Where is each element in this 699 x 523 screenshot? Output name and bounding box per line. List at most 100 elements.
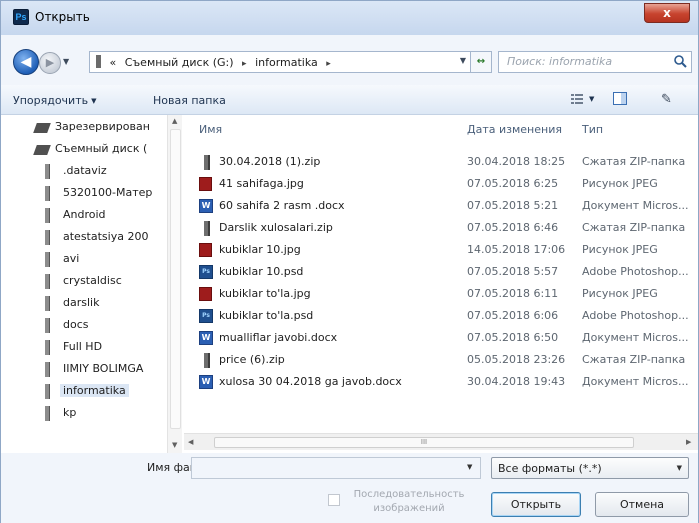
open-button[interactable]: Открыть xyxy=(491,492,581,517)
recent-locations-dropdown[interactable]: ▼ xyxy=(63,57,69,66)
file-type: Документ Micros... xyxy=(582,199,689,212)
nav-item-label: informatika xyxy=(60,384,129,397)
file-type: Документ Micros... xyxy=(582,375,689,388)
organize-arrow-icon: ▼ xyxy=(91,97,97,105)
file-type: Сжатая ZIP-папка xyxy=(582,155,686,168)
folder-icon xyxy=(45,384,50,399)
folder-icon xyxy=(45,208,50,223)
file-date: 30.04.2018 18:25 xyxy=(467,155,566,168)
nav-item-label: .dataviz xyxy=(63,164,107,177)
breadcrumb-separator-icon[interactable]: ▸ xyxy=(326,59,331,69)
drive-icon xyxy=(33,123,51,133)
file-type-value: Все форматы (*.*) xyxy=(498,462,602,475)
file-row[interactable]: 41 sahifaga.jpg 07.05.2018 6:25 Рисунок … xyxy=(184,173,698,195)
preview-pane-icon[interactable] xyxy=(613,92,627,105)
address-row: ◀ ▶ ▼ « Съемный диск (G:) ▸ informatika … xyxy=(1,35,698,85)
file-type: Сжатая ZIP-папка xyxy=(582,221,686,234)
folder-icon xyxy=(45,296,50,311)
file-type: Рисунок JPEG xyxy=(582,177,658,190)
file-date: 30.04.2018 19:43 xyxy=(467,375,566,388)
new-folder-button[interactable]: Новая папка xyxy=(153,94,226,107)
nav-item-label: Съемный диск ( xyxy=(55,142,148,155)
file-name: xulosa 30 04.2018 ga javob.docx xyxy=(219,375,402,388)
nav-item-label: IIMIY BOLIMGA xyxy=(63,362,144,375)
nav-item-label: docs xyxy=(63,318,89,331)
file-row[interactable]: 30.04.2018 (1).zip 30.04.2018 18:25 Сжат… xyxy=(184,151,698,173)
scroll-down-icon[interactable]: ▼ xyxy=(172,441,177,449)
forward-button[interactable]: ▶ xyxy=(39,52,61,74)
command-bar: Упорядочить ▼ Новая папка ▼ ✎ xyxy=(1,85,698,115)
nav-item-label: avi xyxy=(63,252,80,265)
scroll-right-icon[interactable]: ▶ xyxy=(686,438,691,446)
scroll-left-icon[interactable]: ◀ xyxy=(188,438,193,446)
file-row[interactable]: W 60 sahifa 2 rasm .docx 07.05.2018 5:21… xyxy=(184,195,698,217)
folder-icon xyxy=(45,230,50,245)
file-row[interactable]: W mualliflar javobi.docx 07.05.2018 6:50… xyxy=(184,327,698,349)
search-icon[interactable] xyxy=(673,54,687,68)
file-date: 07.05.2018 5:21 xyxy=(467,199,559,212)
breadcrumb-overflow[interactable]: « xyxy=(110,56,117,69)
back-button[interactable]: ◀ xyxy=(13,49,39,75)
file-type: Документ Micros... xyxy=(582,331,689,344)
image-sequence-checkbox[interactable] xyxy=(328,494,340,506)
file-date: 14.05.2018 17:06 xyxy=(467,243,566,256)
file-row[interactable]: price (6).zip 05.05.2018 23:26 Сжатая ZI… xyxy=(184,349,698,371)
nav-scrollbar-thumb[interactable] xyxy=(170,129,181,429)
jpg-icon xyxy=(199,243,212,257)
file-row[interactable]: kubiklar 10.jpg 14.05.2018 17:06 Рисунок… xyxy=(184,239,698,261)
chevron-down-icon: ▼ xyxy=(676,464,682,472)
views-icon[interactable] xyxy=(571,93,583,105)
file-name: price (6).zip xyxy=(219,353,285,366)
nav-scrollbar[interactable]: ▲ ▼ xyxy=(167,115,182,453)
nav-item-label: 5320100-Матер xyxy=(63,186,153,199)
file-type-select[interactable]: Все форматы (*.*) ▼ xyxy=(491,457,689,479)
address-bar[interactable]: « Съемный диск (G:) ▸ informatika ▸ ▼ xyxy=(89,51,471,73)
breadcrumb-separator-icon[interactable]: ▸ xyxy=(242,59,247,69)
organize-menu[interactable]: Упорядочить ▼ xyxy=(13,94,97,107)
folder-icon xyxy=(45,186,50,201)
nav-item-label: crystaldisc xyxy=(63,274,122,287)
title-bar[interactable]: Ps Открыть x xyxy=(1,1,698,35)
horizontal-scrollbar-thumb[interactable]: III xyxy=(214,437,634,448)
open-dialog: Ps Открыть x ◀ ▶ ▼ « Съемный диск (G:) ▸… xyxy=(0,0,699,523)
close-button[interactable]: x xyxy=(644,3,690,23)
file-date: 07.05.2018 6:25 xyxy=(467,177,559,190)
column-header-date[interactable]: Дата изменения xyxy=(467,123,562,136)
cancel-button[interactable]: Отмена xyxy=(595,492,689,517)
filename-input[interactable] xyxy=(191,457,481,479)
help-icon[interactable]: ✎ xyxy=(661,92,672,107)
folder-icon xyxy=(45,318,50,333)
search-input[interactable] xyxy=(505,54,665,69)
scroll-up-icon[interactable]: ▲ xyxy=(172,117,177,125)
file-name: mualliflar javobi.docx xyxy=(219,331,338,344)
folder-icon xyxy=(45,362,50,377)
filename-dropdown-icon[interactable]: ▼ xyxy=(467,463,472,471)
file-list: Имя Дата изменения Тип 30.04.2018 (1).zi… xyxy=(184,115,698,453)
file-row[interactable]: W xulosa 30 04.2018 ga javob.docx 30.04.… xyxy=(184,371,698,393)
horizontal-scrollbar[interactable]: ◀ III ▶ xyxy=(184,433,698,450)
file-row[interactable]: Ps kubiklar to'la.psd 07.05.2018 6:06 Ad… xyxy=(184,305,698,327)
file-row[interactable]: kubiklar to'la.jpg 07.05.2018 6:11 Рисун… xyxy=(184,283,698,305)
dialog-footer: Имя файла: ▼ Все форматы (*.*) ▼ Последо… xyxy=(1,453,698,523)
nav-item-label: Full HD xyxy=(63,340,103,353)
zip-icon xyxy=(204,221,210,236)
file-date: 05.05.2018 23:26 xyxy=(467,353,566,366)
folder-icon xyxy=(45,164,50,179)
search-box[interactable] xyxy=(498,51,692,73)
nav-item-label: Зарезервирован xyxy=(55,120,150,133)
file-name: 60 sahifa 2 rasm .docx xyxy=(219,199,345,212)
address-dropdown-icon[interactable]: ▼ xyxy=(460,56,466,65)
breadcrumb-folder[interactable]: informatika xyxy=(255,56,318,69)
file-type: Рисунок JPEG xyxy=(582,287,658,300)
views-dropdown-icon[interactable]: ▼ xyxy=(589,95,594,103)
file-type: Adobe Photoshop... xyxy=(582,265,689,278)
column-header-type[interactable]: Тип xyxy=(582,123,603,136)
file-row[interactable]: Darslik xulosalari.zip 07.05.2018 6:46 С… xyxy=(184,217,698,239)
nav-item-label: darslik xyxy=(63,296,100,309)
refresh-button[interactable]: ↔ xyxy=(470,51,492,73)
file-row[interactable]: Ps kubiklar 10.psd 07.05.2018 5:57 Adobe… xyxy=(184,261,698,283)
breadcrumb-drive[interactable]: Съемный диск (G:) xyxy=(125,56,234,69)
column-header-name[interactable]: Имя xyxy=(199,123,222,136)
breadcrumb: « Съемный диск (G:) ▸ informatika ▸ xyxy=(96,55,336,69)
zip-icon xyxy=(204,155,210,170)
